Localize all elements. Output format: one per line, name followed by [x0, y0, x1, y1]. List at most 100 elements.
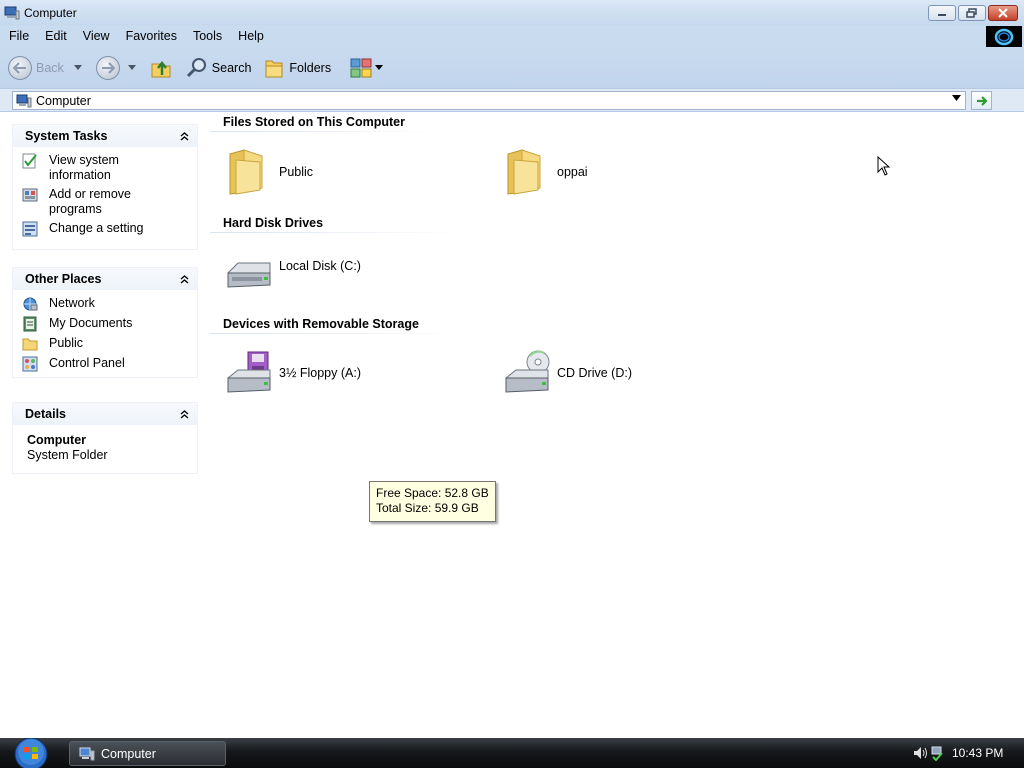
menu-file[interactable]: File [0, 25, 37, 47]
up-folder-button[interactable] [150, 52, 174, 84]
mouse-cursor-icon [877, 156, 891, 176]
control-panel-icon [22, 356, 38, 372]
chevron-down-icon[interactable] [127, 65, 136, 70]
task-label: Change a setting [49, 221, 144, 235]
place-public[interactable]: Public [22, 336, 197, 352]
details-name: Computer [27, 433, 87, 447]
other-places-header[interactable]: Other Places [13, 268, 197, 290]
address-value: Computer [36, 93, 91, 108]
up-folder-icon [151, 60, 171, 77]
task-label: Add or remove [49, 187, 131, 201]
group-divider [210, 333, 466, 334]
windows-orb-icon [14, 737, 48, 768]
group-divider [210, 131, 440, 132]
taskbar-window-label: Computer [101, 746, 156, 761]
menu-help[interactable]: Help [230, 25, 272, 47]
menu-favorites[interactable]: Favorites [118, 25, 185, 47]
search-label: Search [211, 60, 252, 75]
check-icon [22, 153, 37, 169]
computer-icon [4, 6, 20, 19]
back-button[interactable]: Back [8, 52, 82, 84]
task-add-remove-programs[interactable]: Add or remove programs [22, 187, 197, 217]
other-places-panel: Other Places Network My Documents Public… [12, 267, 198, 378]
system-tasks-header[interactable]: System Tasks [13, 125, 197, 147]
place-label: Public [49, 336, 84, 350]
chevron-down-icon[interactable] [952, 95, 961, 101]
task-label-continued: programs [49, 202, 102, 216]
collapse-icon[interactable] [180, 131, 189, 141]
task-label-continued: information [49, 168, 111, 182]
item-label: CD Drive (D:) [557, 366, 632, 380]
item-label: Public [279, 165, 314, 179]
views-icon [350, 58, 372, 77]
group-header-removable: Devices with Removable Storage [223, 317, 419, 331]
folder-item-oppai[interactable]: oppai [504, 148, 588, 196]
go-button[interactable] [971, 91, 992, 110]
volume-icon[interactable] [912, 745, 928, 761]
folder-item-public[interactable]: Public [226, 148, 313, 196]
drive-item-floppy[interactable]: 3½ Floppy (A:) [224, 350, 361, 396]
collapse-icon[interactable] [180, 409, 189, 419]
collapse-icon[interactable] [180, 274, 189, 284]
network-icon [23, 297, 38, 311]
place-label: Control Panel [49, 356, 125, 370]
toolbar: Back Search Folders [0, 47, 1024, 88]
group-header-hard-disks: Hard Disk Drives [223, 216, 324, 230]
place-label: My Documents [49, 316, 133, 330]
place-network[interactable]: Network [22, 296, 197, 312]
place-control-panel[interactable]: Control Panel [22, 356, 197, 372]
go-arrow-icon [976, 95, 988, 106]
menu-view[interactable]: View [75, 25, 118, 47]
system-tray: 10:43 PM [912, 738, 1024, 768]
computer-icon [79, 747, 95, 760]
close-icon [998, 8, 1008, 18]
programs-icon [22, 188, 38, 202]
minimize-button[interactable] [928, 5, 956, 21]
task-view-system-information[interactable]: View system information [22, 153, 197, 183]
details-type: System Folder [27, 448, 108, 462]
close-button[interactable] [988, 5, 1018, 21]
address-input[interactable]: Computer [12, 91, 966, 110]
place-my-documents[interactable]: My Documents [22, 316, 197, 332]
other-places-title: Other Places [25, 272, 102, 286]
start-button[interactable] [9, 737, 53, 768]
address-bar: Computer [0, 88, 1024, 112]
taskbar: Computer 10:43 PM [0, 737, 1024, 768]
details-header[interactable]: Details [13, 403, 197, 425]
forward-button[interactable] [95, 52, 136, 84]
menu-tools[interactable]: Tools [185, 25, 230, 47]
windows-logo-icon [986, 26, 1022, 47]
file-list-view[interactable]: Files Stored on This Computer Public opp… [210, 112, 1024, 738]
tooltip-free-space: Free Space: 52.8 GB [376, 486, 489, 500]
computer-icon [16, 94, 32, 107]
task-pane: System Tasks View system information Add … [0, 112, 210, 738]
folder-icon [507, 149, 541, 195]
chevron-down-icon[interactable] [73, 65, 82, 70]
restore-icon [966, 8, 977, 18]
chevron-down-icon[interactable] [375, 65, 384, 70]
drive-item-cd[interactable]: CD Drive (D:) [502, 350, 632, 396]
place-label: Network [49, 296, 95, 310]
task-change-setting[interactable]: Change a setting [22, 221, 197, 237]
item-label: Local Disk (C:) [279, 259, 361, 273]
taskbar-window-computer[interactable]: Computer [69, 741, 226, 766]
tooltip-total-size: Total Size: 59.9 GB [376, 501, 479, 515]
drive-item-local-disk[interactable]: Local Disk (C:) [224, 255, 361, 293]
item-label: 3½ Floppy (A:) [279, 366, 361, 380]
clock[interactable]: 10:43 PM [952, 746, 1003, 760]
menu-edit[interactable]: Edit [37, 25, 75, 47]
views-button[interactable] [349, 52, 384, 84]
drive-tooltip: Free Space: 52.8 GB Total Size: 59.9 GB [369, 481, 496, 522]
back-arrow-icon [8, 55, 32, 80]
search-icon [186, 57, 206, 77]
task-label: View system [49, 153, 119, 167]
restore-button[interactable] [958, 5, 986, 21]
title-bar[interactable]: Computer [0, 0, 1024, 25]
network-status-icon[interactable] [930, 745, 944, 761]
group-divider [210, 232, 466, 233]
details-panel: Details Computer System Folder [12, 402, 198, 474]
search-button[interactable]: Search [186, 52, 252, 84]
folders-button[interactable]: Folders [263, 52, 331, 84]
hard-disk-icon [227, 262, 271, 288]
folder-icon [22, 338, 38, 351]
